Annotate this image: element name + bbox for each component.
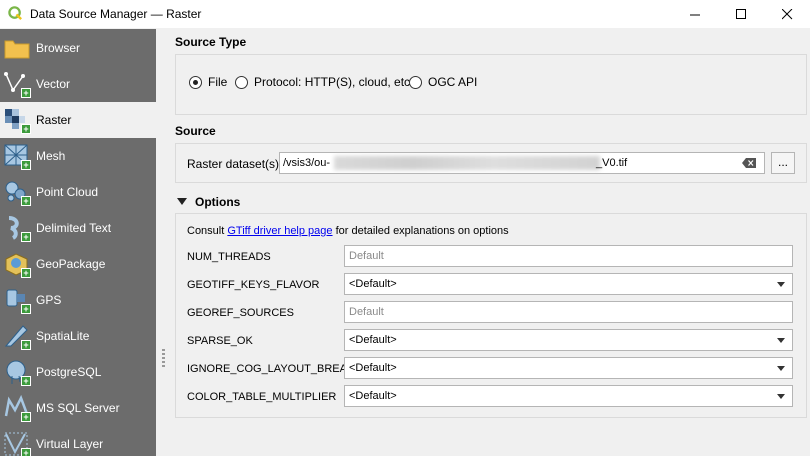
vector-icon: + [3,70,31,98]
sidebar-item-mesh[interactable]: + Mesh [0,138,156,174]
redacted-path [334,156,600,170]
collapse-arrow-icon[interactable] [177,198,187,206]
raster-icon: + [3,106,31,134]
close-icon [781,8,792,19]
close-button[interactable] [764,0,810,28]
radio-file-label: File [208,75,228,89]
sidebar-item-label: Point Cloud [36,185,99,199]
sidebar-item-geopackage[interactable]: + GeoPackage [0,246,156,282]
num-threads-input[interactable]: Default [344,245,793,267]
source-heading: Source [175,124,216,138]
georef-sources-placeholder: Default [349,306,384,318]
raster-dataset-input[interactable]: /vsis3/ou- _V0.tif [279,152,765,174]
mesh-icon: + [3,142,31,170]
gps-icon: + [3,286,31,314]
option-label-num-threads: NUM_THREADS [187,251,271,263]
minimize-icon [689,14,700,15]
window-title: Data Source Manager — Raster [30,7,202,21]
sidebar-item-label: SpatiaLite [36,329,90,343]
radio-ogc-api[interactable]: OGC API [409,75,477,89]
sidebar-item-delimited-text[interactable]: + Delimited Text [0,210,156,246]
spatialite-icon: + [3,322,31,350]
sidebar-item-label: Vector [36,77,71,91]
sidebar-item-label: GeoPackage [36,257,106,271]
num-threads-placeholder: Default [349,250,384,262]
option-label-georef-sources: GEOREF_SOURCES [187,307,294,319]
radio-unchecked-icon [409,75,422,89]
ignore-cog-layout-break-select[interactable]: <Default> [344,357,793,379]
ignore-cog-layout-break-value: <Default> [349,362,397,374]
consult-prefix: Consult [187,225,228,237]
options-group: Consult GTiff driver help page for detai… [175,213,807,418]
sidebar-item-gps[interactable]: + GPS [0,282,156,318]
gtiff-help-link[interactable]: GTiff driver help page [227,225,332,237]
color-table-multiplier-select[interactable]: <Default> [344,385,793,407]
clear-text-icon[interactable] [742,158,756,168]
sparse-ok-value: <Default> [349,334,397,346]
minimize-button[interactable] [672,0,718,28]
main-panel: Source Type File Protocol: HTTP(S), clou… [172,29,810,456]
sparse-ok-select[interactable]: <Default> [344,329,793,351]
sidebar-item-raster[interactable]: + Raster [0,102,156,138]
geopackage-icon: + [3,250,31,278]
option-label-color-table-multiplier: COLOR_TABLE_MULTIPLIER [187,391,337,403]
sidebar-item-label: Mesh [36,149,66,163]
radio-file[interactable]: File [189,75,227,89]
postgresql-icon: + [3,358,31,386]
option-label-geotiff-keys-flavor: GEOTIFF_KEYS_FLAVOR [187,279,320,291]
sidebar-item-ms-sql-server[interactable]: + MS SQL Server [0,390,156,426]
radio-unchecked-icon [235,75,248,89]
source-type-group: File Protocol: HTTP(S), cloud, etc. OGC … [175,54,807,115]
option-label-sparse-ok: SPARSE_OK [187,335,253,347]
mssql-icon: + [3,394,31,422]
title-bar: Data Source Manager — Raster [0,0,810,28]
geotiff-keys-flavor-select[interactable]: <Default> [344,273,793,295]
splitter-handle[interactable] [156,29,172,456]
chevron-down-icon [777,366,785,371]
maximize-icon [735,8,746,19]
color-table-multiplier-value: <Default> [349,390,397,402]
source-sidebar: Browser + Vector + Raster + Mesh + Point… [0,29,156,456]
sidebar-item-label: GPS [36,293,62,307]
georef-sources-input[interactable]: Default [344,301,793,323]
chevron-down-icon [777,282,785,287]
sidebar-item-label: MS SQL Server [36,401,120,415]
virtual-layer-icon: + [3,430,31,456]
sidebar-item-label: Delimited Text [36,221,112,235]
sidebar-item-virtual-layer[interactable]: + Virtual Layer [0,426,156,456]
geotiff-keys-flavor-value: <Default> [349,278,397,290]
consult-suffix: for detailed explanations on options [332,225,509,237]
chevron-down-icon [777,394,785,399]
source-group: Raster dataset(s) /vsis3/ou- _V0.tif ... [175,143,807,183]
options-heading[interactable]: Options [195,195,240,209]
source-type-heading: Source Type [175,35,247,49]
options-help-text: Consult GTiff driver help page for detai… [187,225,509,237]
chevron-down-icon [777,338,785,343]
sidebar-item-label: PostgreSQL [36,365,102,379]
sidebar-item-browser[interactable]: Browser [0,30,156,66]
radio-protocol-label: Protocol: HTTP(S), cloud, etc. [254,75,414,89]
dataset-path-suffix: _V0.tif [596,157,628,169]
sidebar-item-point-cloud[interactable]: + Point Cloud [0,174,156,210]
delimited-text-icon: + [3,214,31,242]
browse-button[interactable]: ... [771,152,795,174]
point-cloud-icon: + [3,178,31,206]
radio-checked-icon [189,75,202,89]
sidebar-item-postgresql[interactable]: + PostgreSQL [0,354,156,390]
dataset-path-prefix: /vsis3/ou- [283,157,331,169]
radio-ogc-api-label: OGC API [428,75,478,89]
raster-dataset-label: Raster dataset(s) [187,157,280,171]
sidebar-item-vector[interactable]: + Vector [0,66,156,102]
folder-icon [3,34,31,62]
sidebar-item-spatialite[interactable]: + SpatiaLite [0,318,156,354]
sidebar-item-label: Browser [36,41,81,55]
option-label-ignore-cog-layout-break: IGNORE_COG_LAYOUT_BREAK [187,363,355,375]
qgis-logo-icon [8,6,22,20]
sidebar-item-label: Virtual Layer [36,437,104,451]
sidebar-item-label: Raster [36,113,72,127]
maximize-button[interactable] [718,0,764,28]
radio-protocol[interactable]: Protocol: HTTP(S), cloud, etc. [235,75,413,89]
